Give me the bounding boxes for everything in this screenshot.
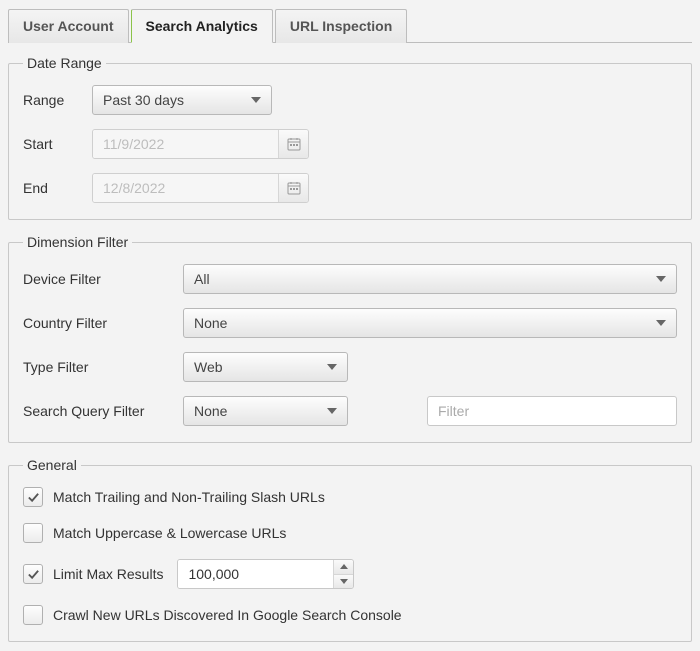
chevron-down-icon [327, 364, 337, 370]
type-filter-label: Type Filter [23, 359, 183, 375]
tab-url-inspection[interactable]: URL Inspection [275, 9, 407, 43]
range-select[interactable]: Past 30 days [92, 85, 272, 115]
limit-max-spinner [177, 559, 354, 589]
search-query-filter-input[interactable] [427, 396, 677, 426]
calendar-icon [287, 137, 301, 151]
search-query-filter-select[interactable]: None [183, 396, 348, 426]
dimension-filter-group: Dimension Filter Device Filter All Count… [8, 234, 692, 443]
end-label: End [23, 180, 78, 196]
start-date-picker-button[interactable] [278, 130, 308, 158]
general-legend: General [23, 457, 81, 473]
type-filter-select[interactable]: Web [183, 352, 348, 382]
search-query-filter-label: Search Query Filter [23, 403, 183, 419]
check-icon [27, 491, 40, 504]
tab-search-analytics[interactable]: Search Analytics [131, 9, 273, 43]
chevron-down-icon [327, 408, 337, 414]
tab-label: User Account [23, 18, 114, 34]
country-filter-value: None [194, 315, 227, 331]
chevron-down-icon [656, 276, 666, 282]
match-case-label: Match Uppercase & Lowercase URLs [53, 525, 286, 541]
triangle-up-icon [340, 564, 348, 569]
match-slash-checkbox[interactable] [23, 487, 43, 507]
search-query-filter-value: None [194, 403, 227, 419]
limit-max-label: Limit Max Results [53, 566, 163, 582]
tab-bar: User Account Search Analytics URL Inspec… [8, 8, 692, 43]
type-filter-value: Web [194, 359, 223, 375]
device-filter-select[interactable]: All [183, 264, 677, 294]
match-slash-label: Match Trailing and Non-Trailing Slash UR… [53, 489, 325, 505]
date-range-group: Date Range Range Past 30 days Start [8, 55, 692, 220]
end-date-field [92, 173, 309, 203]
limit-max-step-up[interactable] [334, 560, 353, 575]
limit-max-input[interactable] [178, 560, 333, 588]
limit-max-checkbox[interactable] [23, 564, 43, 584]
end-date-picker-button[interactable] [278, 174, 308, 202]
limit-max-step-down[interactable] [334, 575, 353, 589]
chevron-down-icon [656, 320, 666, 326]
tab-label: URL Inspection [290, 18, 392, 34]
country-filter-label: Country Filter [23, 315, 183, 331]
crawl-new-checkbox[interactable] [23, 605, 43, 625]
start-date-input[interactable] [93, 130, 278, 158]
tab-label: Search Analytics [146, 18, 258, 34]
start-date-field [92, 129, 309, 159]
calendar-icon [287, 181, 301, 195]
start-label: Start [23, 136, 78, 152]
crawl-new-label: Crawl New URLs Discovered In Google Sear… [53, 607, 402, 623]
tab-user-account[interactable]: User Account [8, 9, 129, 43]
range-select-value: Past 30 days [103, 92, 184, 108]
triangle-down-icon [340, 579, 348, 584]
end-date-input[interactable] [93, 174, 278, 202]
match-case-checkbox[interactable] [23, 523, 43, 543]
check-icon [27, 568, 40, 581]
dimension-filter-legend: Dimension Filter [23, 234, 132, 250]
chevron-down-icon [251, 97, 261, 103]
range-label: Range [23, 92, 78, 108]
device-filter-value: All [194, 271, 210, 287]
country-filter-select[interactable]: None [183, 308, 677, 338]
general-group: General Match Trailing and Non-Trailing … [8, 457, 692, 642]
date-range-legend: Date Range [23, 55, 106, 71]
device-filter-label: Device Filter [23, 271, 183, 287]
